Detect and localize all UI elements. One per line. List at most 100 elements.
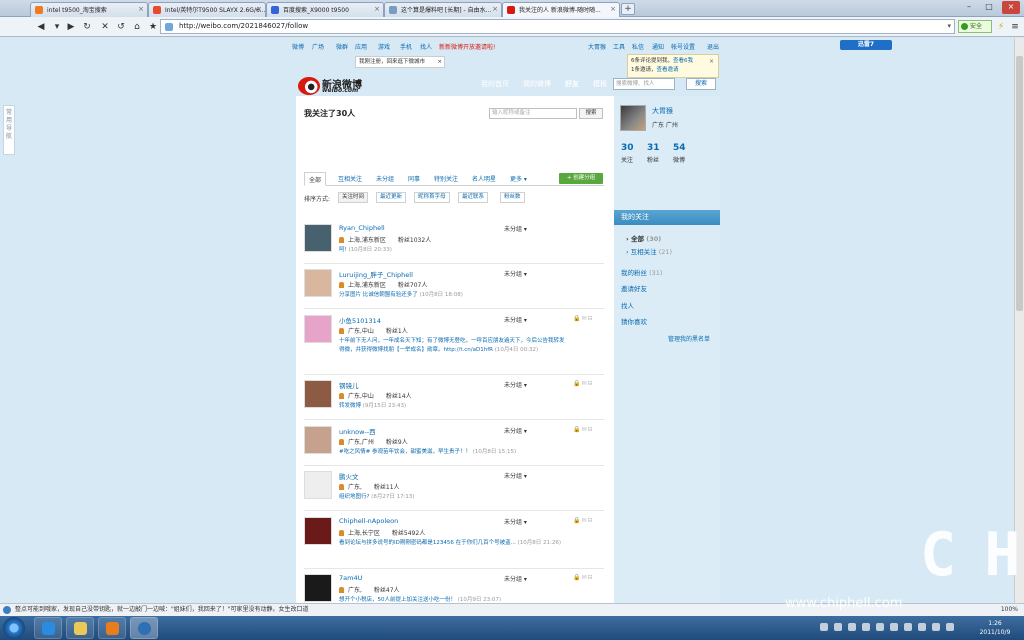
topnav-link[interactable]: 通知	[652, 42, 664, 51]
history-icon[interactable]: ↺	[114, 20, 128, 34]
forward-icon[interactable]: ▶	[64, 20, 78, 34]
topnav-link[interactable]: 广场	[312, 42, 324, 51]
user-name-link[interactable]: 7am4U	[339, 574, 362, 582]
topnav-link[interactable]: 微博	[292, 42, 304, 51]
page-scrollbar[interactable]	[1014, 38, 1024, 603]
topnav-link[interactable]: 工具	[613, 42, 625, 51]
sort-recent-update[interactable]: 最近更新	[376, 192, 407, 203]
topnav-link[interactable]: 应用	[355, 42, 367, 51]
stat-fans[interactable]: 31 粉丝	[647, 143, 671, 164]
address-bar[interactable]: http://weibo.com/2021846027/follow ▾	[160, 19, 955, 34]
user-name-link[interactable]: Luruijing_胖子_Chiphell	[339, 269, 413, 279]
close-window-icon[interactable]: ×	[1002, 1, 1020, 14]
tab-colleagues[interactable]: 同事	[408, 174, 420, 183]
browser-tab[interactable]: 百度搜索_X9000 t9500 ×	[266, 2, 384, 17]
stat-weibo[interactable]: 54 微博	[673, 143, 697, 164]
chevron-down-icon[interactable]: ▾	[947, 20, 951, 33]
tray-icon[interactable]	[932, 623, 940, 631]
topnav-link[interactable]: 帐号设置	[671, 42, 695, 51]
maximize-icon[interactable]: □	[980, 1, 998, 14]
topnav-user-link[interactable]: 大胃猴	[588, 42, 606, 51]
topnav-link[interactable]: 游戏	[378, 42, 390, 51]
stat-following[interactable]: 30 关注	[621, 143, 645, 164]
topnav-link[interactable]: 私信	[632, 42, 644, 51]
topnav-link[interactable]: 退出	[707, 42, 719, 51]
browser-tab[interactable]: intel t9500_淘宝搜索 ×	[30, 2, 148, 17]
group-dropdown[interactable]: 未分组 ▾	[504, 380, 527, 389]
avatar[interactable]	[304, 380, 332, 408]
sort-recent-contact[interactable]: 最近联系	[458, 192, 489, 203]
manage-blacklist-link[interactable]: 管理我的黑名单	[668, 334, 710, 343]
close-icon[interactable]: ×	[709, 57, 714, 66]
new-tab-button[interactable]: +	[621, 3, 635, 15]
explorer-taskbar-icon[interactable]	[66, 617, 94, 639]
sidebar-item-my-follow[interactable]: 我的关注	[614, 210, 720, 225]
stop-icon[interactable]: ✕	[98, 20, 112, 34]
site-search-button[interactable]: 搜索	[686, 78, 716, 90]
avatar[interactable]	[304, 471, 332, 499]
follow-search-button[interactable]: 搜索	[579, 108, 603, 119]
avatar[interactable]	[304, 426, 332, 454]
nav-my-weibo[interactable]: 我的微博	[523, 79, 551, 89]
topnav-link[interactable]: 手机	[400, 42, 412, 51]
view-invites-link[interactable]: 查看邀请	[657, 67, 679, 73]
close-icon[interactable]: ×	[610, 5, 616, 13]
user-actions[interactable]: 🔒✉⊟	[573, 517, 594, 524]
sidebar-sub-all[interactable]: › 全部 (30)	[626, 233, 661, 243]
tab-all[interactable]: 全部	[304, 172, 327, 186]
sort-nickname[interactable]: 昵称首字母	[414, 192, 450, 203]
user-name-link[interactable]: unknow--西	[339, 426, 376, 436]
tray-icon[interactable]	[904, 623, 912, 631]
topnav-link[interactable]: 找人	[420, 42, 432, 51]
tray-icon[interactable]	[918, 623, 926, 631]
refresh-icon[interactable]: ↻	[80, 20, 94, 34]
avatar[interactable]	[304, 517, 332, 545]
promo-link[interactable]: 新新微博开放邀请啦!	[439, 42, 495, 51]
topnav-link[interactable]: 微群	[336, 42, 348, 51]
group-dropdown[interactable]: 未分组 ▾	[504, 269, 527, 278]
avatar[interactable]	[304, 574, 332, 602]
sidebar-item-find-people[interactable]: 找人	[621, 300, 634, 310]
group-dropdown[interactable]: 未分组 ▾	[504, 471, 527, 480]
close-icon[interactable]: ×	[256, 5, 262, 13]
tray-icon[interactable]	[848, 623, 856, 631]
media-player-taskbar-icon[interactable]	[98, 617, 126, 639]
group-dropdown[interactable]: 未分组 ▾	[504, 224, 527, 233]
sidebar-item-invite[interactable]: 邀请好友	[621, 283, 647, 293]
user-name-link[interactable]: Ryan_Chiphell	[339, 224, 385, 232]
latest-status[interactable]: 看到论坛与拼多说号的ID剛剛密码都是123456 在于你们几百个号被盗... (…	[339, 539, 569, 548]
home-icon[interactable]: ⌂	[130, 20, 144, 34]
tab-ungrouped[interactable]: 未分组	[376, 174, 394, 183]
user-name-link[interactable]: Chiphell-nApoleon	[339, 517, 398, 525]
browser-tab[interactable]: Intel/英特尔T9500 SLAYX 2.6G/6... ×	[148, 2, 266, 17]
weibo-logo[interactable]: 新浪微博 weibo.com	[298, 74, 378, 96]
latest-status[interactable]: 转发微博 (9月15日 23:43)	[339, 402, 569, 411]
sidebar-item-recommend[interactable]: 猜你喜欢	[621, 316, 647, 326]
clock[interactable]: 1:26 2011/10/9	[970, 619, 1020, 637]
fans-count[interactable]: 粉丝14人	[386, 393, 412, 400]
scrollbar-thumb[interactable]	[1016, 56, 1023, 311]
group-dropdown[interactable]: 未分组 ▾	[504, 517, 527, 526]
latest-status[interactable]: 分享图片 比诚信朝盟有验还多了 (10月8日 18:08)	[339, 291, 569, 300]
tab-more[interactable]: 更多 ▾	[510, 174, 527, 183]
avatar[interactable]	[304, 224, 332, 252]
nav-friends[interactable]: 好友	[565, 79, 579, 89]
menu-icon[interactable]: ≡	[1008, 20, 1022, 34]
close-icon[interactable]: ×	[138, 5, 144, 13]
latest-status[interactable]: 组织地图行? (8月27日 17:13)	[339, 493, 569, 502]
fans-count[interactable]: 粉丝5492人	[392, 530, 425, 537]
dropdown-icon[interactable]: ▾	[50, 20, 64, 34]
security-badge[interactable]: 安全	[958, 20, 992, 33]
user-name-link[interactable]: 钢镜儿	[339, 380, 359, 390]
fans-count[interactable]: 粉丝1032人	[398, 237, 431, 244]
avatar[interactable]	[304, 315, 332, 343]
favorite-star-icon[interactable]: ★	[146, 20, 160, 34]
ie-taskbar-icon[interactable]	[34, 617, 62, 639]
sidebar-item-my-fans[interactable]: 我的粉丝 (31)	[621, 267, 662, 277]
tab-celebrities[interactable]: 名人明星	[472, 174, 496, 183]
fans-count[interactable]: 粉丝707人	[398, 282, 427, 289]
common-nav-float[interactable]: 常用导航	[3, 105, 15, 155]
tab-mutual[interactable]: 互相关注	[338, 174, 362, 183]
avatar[interactable]	[620, 105, 646, 131]
maxthon-taskbar-icon[interactable]	[130, 617, 158, 639]
